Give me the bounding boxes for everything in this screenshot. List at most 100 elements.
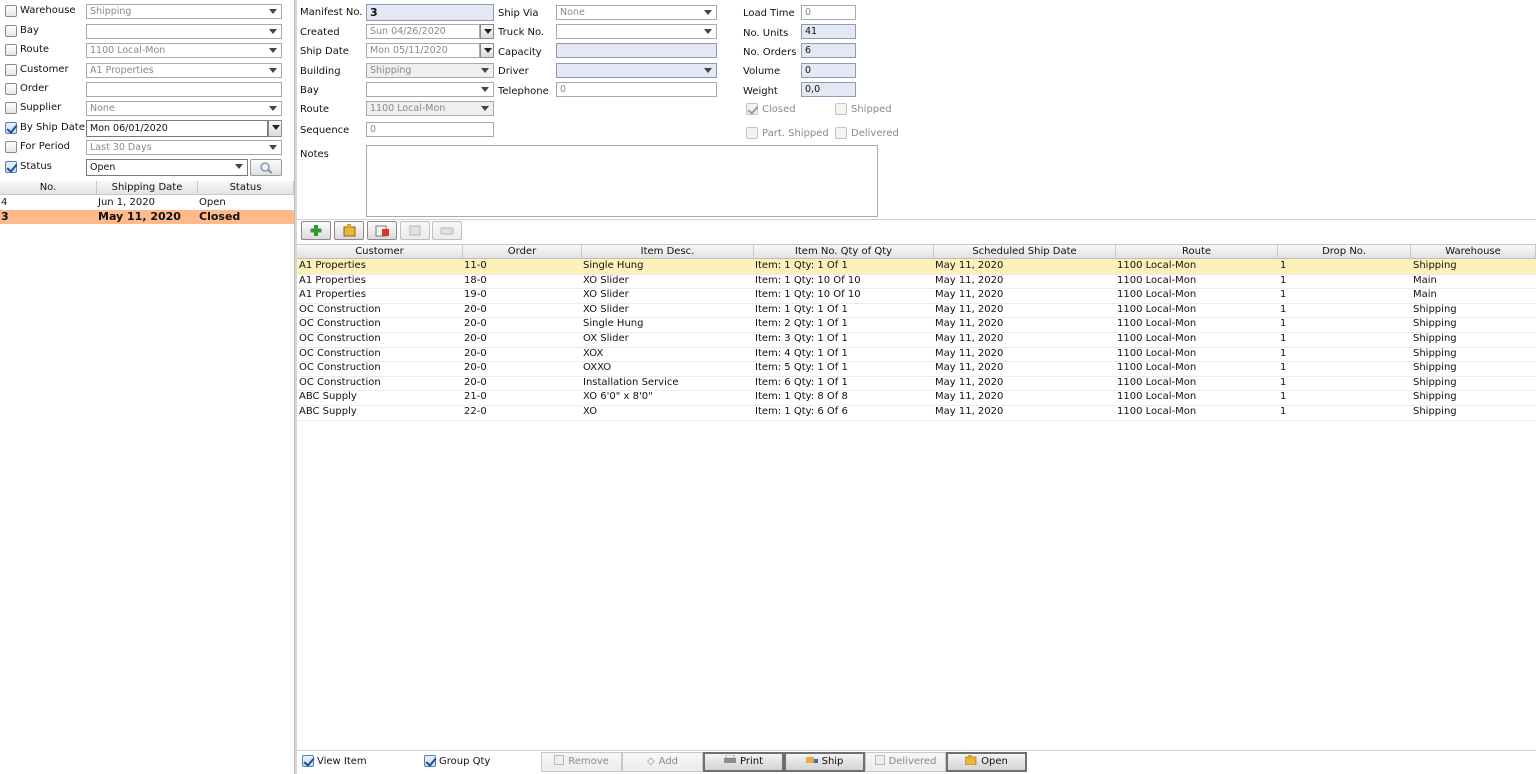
add-item-button[interactable]: [301, 221, 331, 240]
ship-date-input[interactable]: Mon 06/01/2020: [86, 120, 268, 137]
cell-item-desc: OXXO: [583, 362, 612, 374]
bay-field-select[interactable]: [366, 82, 494, 97]
table-row[interactable]: OC Construction 20-0 XO Slider Item: 1 Qty:…: [297, 303, 1536, 318]
route-field-select[interactable]: 1100 Local-Mon: [366, 101, 494, 116]
table-row[interactable]: ABC Supply 22-0 XO Item: 1 Qty: 6 Of 6 May 1…: [297, 405, 1536, 420]
table-row[interactable]: ABC Supply 21-0 XO 6'0" x 8'0" Item: 1 Qty:…: [297, 390, 1536, 405]
table-row[interactable]: A1 Properties 11-0 Single Hung Item: 1 Qty:…: [297, 259, 1536, 274]
table-row[interactable]: A1 Properties 18-0 XO Slider Item: 1 Qty: 1…: [297, 274, 1536, 289]
building-select[interactable]: Shipping: [366, 63, 494, 78]
open-button[interactable]: Open: [946, 752, 1027, 772]
part-shipped-checkbox[interactable]: [746, 127, 758, 139]
order-checkbox[interactable]: [5, 83, 17, 95]
driver-select[interactable]: [556, 63, 717, 78]
table-row[interactable]: OC Construction 20-0 OXXO Item: 5 Qty: 1 Of…: [297, 361, 1536, 376]
no-orders-field[interactable]: 6: [801, 43, 856, 58]
cell-item-no-qty: Item: 6 Qty: 1 Of 1: [755, 376, 848, 388]
route-checkbox[interactable]: [5, 44, 17, 56]
grid-header-warehouse[interactable]: Warehouse: [1411, 244, 1536, 259]
manifest-no-field[interactable]: 3: [366, 4, 494, 21]
ship-date-field-dropdown-button[interactable]: [480, 43, 494, 58]
list-item[interactable]: 3 May 11, 2020 Closed: [0, 210, 294, 224]
supplier-checkbox[interactable]: [5, 102, 17, 114]
for-period-checkbox[interactable]: [5, 141, 17, 153]
delete-item-button[interactable]: [367, 221, 397, 240]
table-row[interactable]: OC Construction 20-0 XOX Item: 4 Qty: 1 Of …: [297, 347, 1536, 362]
add-button[interactable]: ◇ Add: [622, 752, 703, 772]
capacity-field[interactable]: [556, 43, 717, 58]
grid-header-item-no-qty[interactable]: Item No. Qty of Qty: [754, 244, 934, 259]
ship-button[interactable]: Ship: [784, 752, 865, 772]
cell-route: 1100 Local-Mon: [1117, 391, 1197, 403]
group-qty-checkbox[interactable]: [424, 755, 436, 767]
table-row[interactable]: OC Construction 20-0 OX Slider Item: 3 Qty:…: [297, 332, 1536, 347]
list-header-shipping-date[interactable]: Shipping Date: [97, 181, 198, 195]
cell-drop-no: 1: [1280, 406, 1287, 417]
list-header-no[interactable]: No.: [0, 181, 97, 195]
bay-checkbox[interactable]: [5, 25, 17, 37]
cell-drop-no: 1: [1280, 289, 1287, 301]
volume-field[interactable]: 0: [801, 63, 856, 78]
remove-button[interactable]: Remove: [541, 752, 622, 772]
list-item[interactable]: 4 Jun 1, 2020 Open: [0, 196, 294, 210]
bay-select[interactable]: [86, 24, 282, 39]
order-input[interactable]: [86, 82, 282, 97]
customer-select[interactable]: A1 Properties: [86, 63, 282, 78]
cell-item-desc: Single Hung: [583, 318, 644, 330]
notes-textarea[interactable]: [366, 145, 878, 217]
cell-drop-no: 1: [1280, 333, 1287, 344]
grid-header-item-desc[interactable]: Item Desc.: [582, 244, 754, 259]
grid-header-order[interactable]: Order: [463, 244, 582, 259]
ship-date-dropdown-button[interactable]: [268, 120, 282, 137]
created-dropdown-button[interactable]: [480, 24, 494, 39]
cell-item-desc: XO Slider: [583, 274, 629, 286]
cell-customer: OC Construction: [299, 303, 381, 315]
grid-header-drop-no[interactable]: Drop No.: [1278, 244, 1411, 259]
shipped-checkbox[interactable]: [835, 103, 847, 115]
created-field[interactable]: Sun 04/26/2020: [366, 24, 480, 39]
sequence-field[interactable]: 0: [366, 122, 494, 137]
delivered-button[interactable]: Delivered: [865, 752, 946, 772]
period-select[interactable]: Last 30 Days: [86, 140, 282, 155]
telephone-field[interactable]: 0: [556, 82, 717, 97]
warehouse-checkbox[interactable]: [5, 5, 17, 17]
cell-item-desc: Single Hung: [583, 260, 644, 271]
supplier-select[interactable]: None: [86, 101, 282, 116]
status-checkbox[interactable]: [5, 161, 17, 173]
closed-checkbox[interactable]: [746, 103, 758, 115]
print-button[interactable]: Print: [703, 752, 784, 772]
ship-truck-icon: [805, 757, 818, 763]
part-shipped-label: Part. Shipped: [762, 128, 829, 139]
plus-icon: [310, 225, 322, 236]
status-select[interactable]: Open: [86, 159, 248, 176]
print-item-button[interactable]: [432, 221, 462, 240]
customer-checkbox[interactable]: [5, 64, 17, 76]
view-item-checkbox[interactable]: [302, 755, 314, 767]
print-button-label: Print: [739, 756, 763, 767]
warehouse-select[interactable]: Shipping: [86, 4, 282, 19]
cell-order: 20-0: [464, 318, 487, 330]
route-select[interactable]: 1100 Local-Mon: [86, 43, 282, 58]
truck-no-select[interactable]: [556, 24, 717, 39]
grid-header-scheduled-ship-date[interactable]: Scheduled Ship Date: [934, 244, 1116, 259]
delivered-checkbox[interactable]: [835, 127, 847, 139]
cell-item-no-qty: Item: 1 Qty: 10 Of 10: [755, 274, 861, 286]
list-header-status[interactable]: Status: [198, 181, 294, 195]
edit-item-button[interactable]: [334, 221, 364, 240]
grid-header-customer[interactable]: Customer: [297, 244, 463, 259]
save-button[interactable]: [400, 221, 430, 240]
search-button[interactable]: [250, 159, 282, 176]
ship-via-select[interactable]: None: [556, 5, 717, 20]
cell-drop-no: 1: [1280, 303, 1287, 315]
table-row[interactable]: A1 Properties 19-0 XO Slider Item: 1 Qty: 1…: [297, 288, 1536, 303]
order-label: Order: [20, 83, 49, 94]
ship-date-field[interactable]: Mon 05/11/2020: [366, 43, 480, 58]
cell-order: 21-0: [464, 391, 487, 403]
table-row[interactable]: OC Construction 20-0 Installation Service I…: [297, 376, 1536, 391]
table-row[interactable]: OC Construction 20-0 Single Hung Item: 2 Qt…: [297, 317, 1536, 332]
by-ship-date-checkbox[interactable]: [5, 122, 17, 134]
weight-field[interactable]: 0,0: [801, 82, 856, 97]
no-units-field[interactable]: 41: [801, 24, 856, 39]
load-time-field[interactable]: 0: [801, 5, 856, 20]
grid-header-route[interactable]: Route: [1116, 244, 1278, 259]
